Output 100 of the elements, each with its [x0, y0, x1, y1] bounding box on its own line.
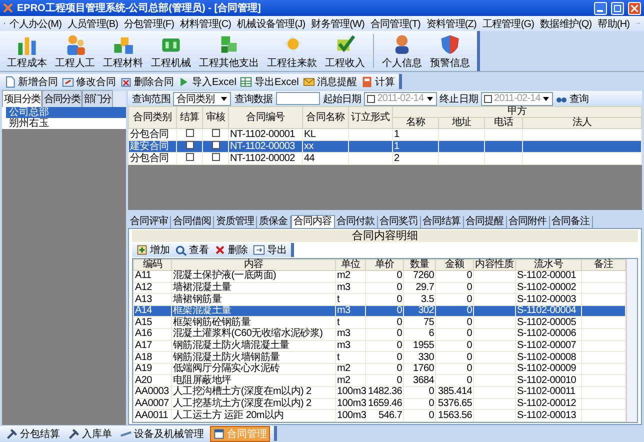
toolbar-button[interactable]: 查看 [175, 243, 209, 257]
column-header: 合同编号 [228, 106, 302, 128]
menu-item[interactable]: 资料管理(Z) [424, 16, 478, 30]
toolbar-button[interactable]: 删除合同 [120, 74, 174, 88]
column-header: 内容 [172, 260, 336, 270]
toolbar-button[interactable]: 工程成本 [4, 31, 50, 71]
table-cell: 0 [366, 340, 404, 352]
range-dropdown[interactable]: 合同类别 [173, 92, 232, 106]
toolbar-button[interactable]: 消息提醒 [302, 74, 357, 88]
menu-item[interactable]: 财务管理(W) [309, 16, 366, 30]
checkbox[interactable] [212, 129, 220, 137]
search-field[interactable] [276, 92, 320, 105]
menu-item[interactable]: 人员管理(B) [66, 16, 120, 30]
menu-item[interactable]: 数据维护(Q) [538, 16, 594, 30]
maximize-button[interactable] [611, 2, 624, 14]
table-cell: A20 [134, 374, 172, 387]
table-cell: 混凝土灌浆料(C60无收缩水泥砂浆) [172, 328, 336, 340]
toolbar-button[interactable]: 工程往来款 [264, 31, 320, 71]
toolbar-button[interactable]: 工程机械 [148, 31, 194, 71]
table-cell: 0 [404, 386, 436, 398]
toolbar-button[interactable]: 工程收入 [322, 31, 368, 71]
menu-item[interactable]: 材料管理(C) [178, 16, 234, 30]
toolbar-button[interactable]: 新增合同 [4, 74, 58, 88]
tab[interactable]: 合同分类 [42, 90, 82, 107]
table-cell: NT-1102-00002 [228, 152, 302, 164]
checkbox[interactable] [484, 94, 492, 102]
tools-icon [68, 428, 80, 440]
tree-item[interactable]: 朔州右玉 [6, 118, 126, 129]
toolbar-button[interactable]: 修改合同 [62, 74, 116, 88]
taskbar-item[interactable]: 分包结算 [4, 426, 62, 440]
table-cell: S-1102-00001 [516, 270, 582, 282]
column-header: 备注 [582, 260, 626, 270]
window-title: EPRO工程项目管理系统-公司总部(管理员) - [合同管理] [17, 2, 262, 15]
menu-item[interactable]: 帮助(H) [596, 16, 632, 30]
table-cell: S-1102-00012 [516, 398, 582, 410]
table-cell: 0 [404, 410, 436, 422]
table-cell: 低端阀厅分隔实心水泥砖 [172, 363, 336, 375]
table-cell: 0 [366, 328, 404, 340]
column-header: 单位 [336, 260, 366, 270]
close-button[interactable] [628, 2, 641, 14]
table-cell: m3 [336, 328, 366, 340]
delete-icon [214, 244, 226, 256]
checkbox[interactable] [367, 94, 376, 102]
menu-item[interactable]: 机械设备管理(J) [235, 16, 308, 30]
arrow-icon [178, 76, 190, 88]
table-cell: 墙裙混凝土量 [172, 282, 336, 294]
table-cell: S-1102-00011 [516, 386, 582, 398]
spreadsheet-icon [240, 76, 252, 88]
table-cell: xx [302, 140, 348, 152]
toolbar-button[interactable]: 个人信息 [379, 31, 425, 71]
tree-item[interactable]: 公司总部 [6, 107, 126, 118]
tab[interactable]: 项目分类 [2, 90, 42, 107]
checkbox[interactable] [186, 153, 194, 161]
table-cell: m2 [336, 374, 366, 387]
toolbar-button[interactable]: 导出 [253, 243, 287, 257]
menu-item[interactable]: 合同管理(T) [368, 16, 422, 30]
taskbar-item[interactable]: 设备及机械管理 [118, 426, 206, 440]
table-cell: 0 [366, 363, 404, 375]
table-cell: 1482.36 [366, 386, 404, 398]
menu-item[interactable]: 分包管理(F) [122, 16, 176, 30]
table-cell: t [336, 294, 366, 306]
toolbar-button[interactable]: 工程材料 [100, 31, 146, 71]
toolbar-button[interactable]: 导出Excel [240, 74, 299, 88]
checkbox[interactable] [186, 129, 194, 137]
table-cell: 0 [436, 363, 474, 375]
search-button[interactable]: 查询 [556, 92, 589, 106]
table-cell: 0 [366, 294, 404, 306]
view-icon [175, 244, 187, 256]
table-cell: 分包合同 [128, 152, 176, 164]
table-cell: S-1102-00002 [516, 282, 582, 294]
scrollbar[interactable] [626, 259, 637, 422]
toolbar-button[interactable]: 工程其他支出 [196, 31, 262, 71]
table-cell: 44 [302, 152, 348, 164]
table-cell: 0 [366, 352, 404, 364]
column-header: 合同名称 [302, 106, 348, 128]
table-cell: 100m3 [336, 410, 366, 422]
menu-item[interactable]: 个人办公(M) [7, 16, 64, 30]
table-cell: 1760 [404, 363, 436, 375]
table-cell: A14 [134, 305, 172, 317]
checkbox[interactable] [212, 141, 220, 149]
menu-item[interactable]: 工程管理(G) [480, 16, 536, 30]
toolbar-button[interactable]: 计算 [360, 74, 395, 88]
table-cell: m2 [336, 363, 366, 375]
table-cell: 钢筋混凝土防火墙混凝土量 [172, 340, 336, 352]
taskbar-item[interactable]: 入库单 [66, 426, 114, 440]
toolbar-button[interactable]: 预警信息 [427, 31, 473, 71]
column-header: 单价 [366, 260, 404, 270]
dropdown-arrow-icon [220, 94, 228, 102]
minimize-button[interactable] [594, 2, 607, 14]
toolbar-button[interactable]: 删除 [214, 243, 248, 257]
column-header: 法人 [522, 118, 642, 128]
checkbox[interactable] [212, 153, 220, 161]
toolbar-button[interactable]: 工程人工 [52, 31, 98, 71]
toolbar-button[interactable]: 增加 [136, 243, 170, 257]
tab[interactable]: 部门分 [82, 90, 113, 107]
table-cell: NT-1102-00003 [228, 140, 302, 152]
dropdown-arrow-icon [542, 94, 550, 102]
tab[interactable]: 合同内容 [290, 215, 334, 228]
checkbox[interactable] [186, 141, 194, 149]
toolbar-button[interactable]: 导入Excel [178, 74, 236, 88]
